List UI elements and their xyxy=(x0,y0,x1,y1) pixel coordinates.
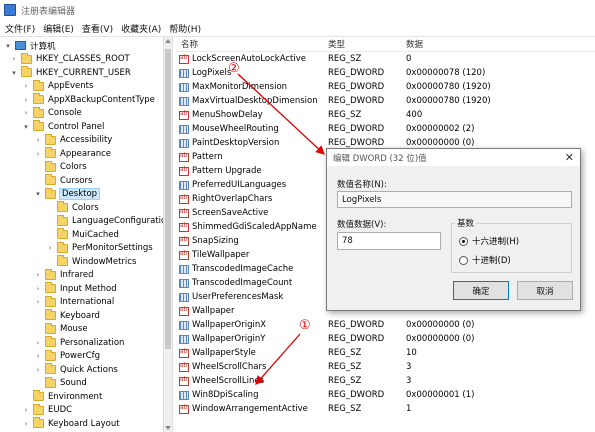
annotation-one: ① xyxy=(299,318,311,333)
close-icon[interactable]: ✕ xyxy=(565,151,574,164)
ok-button[interactable]: 确定 xyxy=(453,281,509,300)
arrow-to-win8dpiscaling xyxy=(255,333,301,385)
hex-radio-row[interactable]: 十六进制(H) xyxy=(459,235,519,247)
hex-radio-label: 十六进制(H) xyxy=(472,237,520,247)
dialog-body: 数值名称(N): LogPixels 数值数据(V): 78 基数 十六进制(H… xyxy=(327,166,580,310)
base-label: 基数 xyxy=(455,217,477,229)
dec-radio-label: 十进制(D) xyxy=(472,256,511,266)
dialog-title-bar: 编辑 DWORD (32 位)值 xyxy=(327,149,580,166)
hex-radio[interactable] xyxy=(459,236,468,246)
value-data-label: 数值数据(V): xyxy=(337,220,387,230)
arrow-to-logpixels-dialog xyxy=(237,73,325,155)
dec-radio[interactable] xyxy=(459,255,468,265)
value-data-input[interactable]: 78 xyxy=(337,232,441,250)
cancel-button[interactable]: 取消 xyxy=(517,281,573,300)
annotation-two: ② xyxy=(228,61,240,76)
dialog-title: 编辑 DWORD (32 位)值 xyxy=(333,153,427,164)
edit-dword-dialog: 编辑 DWORD (32 位)值 ✕ 数值名称(N): LogPixels 数值… xyxy=(326,148,581,311)
dec-radio-row[interactable]: 十进制(D) xyxy=(459,254,511,266)
value-name-field[interactable]: LogPixels xyxy=(337,191,572,208)
value-name-label: 数值名称(N): xyxy=(337,180,387,190)
